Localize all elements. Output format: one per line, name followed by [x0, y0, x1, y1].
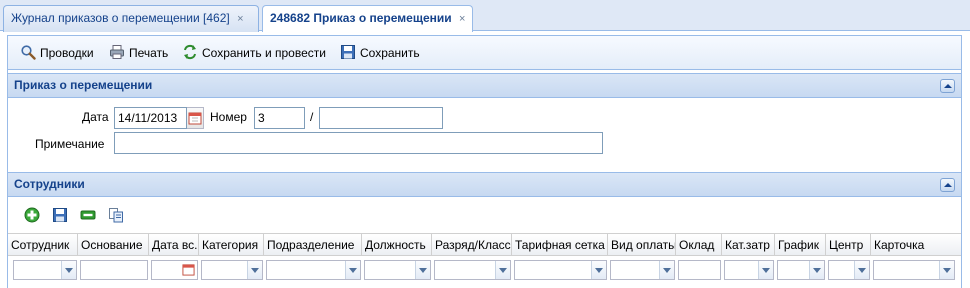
- salary-field[interactable]: [678, 260, 721, 280]
- tab-movement-order[interactable]: 248682 Приказ о перемещении ×: [262, 5, 473, 32]
- collapse-icon[interactable]: [940, 178, 955, 192]
- column-category[interactable]: Категория: [199, 234, 264, 256]
- chevron-down-icon[interactable]: [61, 261, 76, 279]
- table-row: [8, 257, 961, 283]
- chevron-down-icon[interactable]: [659, 261, 674, 279]
- department-combo[interactable]: [266, 260, 361, 280]
- tab-label: Журнал приказов о перемещении [462]: [11, 11, 230, 25]
- column-pay-type[interactable]: Вид оплаты: [608, 234, 676, 256]
- print-button[interactable]: Печать: [109, 42, 168, 64]
- tab-strip: Журнал приказов о перемещении [462] × 24…: [0, 0, 970, 32]
- document-panel: Проводки Печать Сохранить и провести Сох…: [7, 35, 962, 288]
- save-and-post-button[interactable]: Сохранить и провести: [182, 42, 326, 64]
- effective-date-field[interactable]: [151, 260, 198, 280]
- calendar-icon[interactable]: [182, 263, 195, 276]
- tab-movement-orders-journal[interactable]: Журнал приказов о перемещении [462] ×: [3, 5, 259, 32]
- close-icon[interactable]: ×: [459, 13, 465, 25]
- tariff-scale-combo[interactable]: [514, 260, 607, 280]
- order-panel-title: Приказ о перемещении: [14, 78, 153, 92]
- cost-category-combo[interactable]: [724, 260, 774, 280]
- magnifier-icon: [21, 45, 36, 60]
- minus-icon[interactable]: [80, 207, 96, 223]
- basis-field[interactable]: [80, 260, 148, 280]
- chevron-down-icon[interactable]: [345, 261, 360, 279]
- employee-combo[interactable]: [13, 260, 77, 280]
- column-cost-category[interactable]: Кат.затр: [722, 234, 775, 256]
- column-center[interactable]: Центр: [826, 234, 871, 256]
- schedule-combo[interactable]: [777, 260, 825, 280]
- date-label: Дата: [82, 110, 109, 124]
- close-icon[interactable]: ×: [237, 13, 243, 25]
- number-suffix-input[interactable]: [319, 107, 443, 129]
- floppy-disk-icon[interactable]: [52, 207, 68, 223]
- date-input[interactable]: 14/11/2013: [114, 107, 187, 129]
- chevron-down-icon[interactable]: [809, 261, 824, 279]
- column-basis[interactable]: Основание: [78, 234, 149, 256]
- card-combo[interactable]: [873, 260, 955, 280]
- chevron-down-icon[interactable]: [939, 261, 954, 279]
- save-and-post-label: Сохранить и провести: [202, 46, 326, 60]
- column-department[interactable]: Подразделение: [264, 234, 362, 256]
- employees-panel-header: Сотрудники: [8, 172, 961, 197]
- postings-label: Проводки: [40, 46, 94, 60]
- note-label: Примечание: [35, 137, 105, 151]
- category-combo[interactable]: [201, 260, 263, 280]
- note-input[interactable]: [114, 132, 603, 154]
- floppy-disk-icon: [341, 45, 355, 59]
- chevron-down-icon[interactable]: [591, 261, 606, 279]
- chevron-down-icon[interactable]: [854, 261, 869, 279]
- chevron-down-icon[interactable]: [495, 261, 510, 279]
- calendar-icon: [188, 112, 202, 125]
- number-separator: /: [310, 110, 314, 124]
- number-label: Номер: [210, 110, 247, 124]
- column-salary[interactable]: Оклад: [676, 234, 722, 256]
- employees-panel-title: Сотрудники: [14, 177, 85, 191]
- position-combo[interactable]: [364, 260, 431, 280]
- refresh-icon: [184, 44, 196, 60]
- printer-icon: [110, 45, 124, 59]
- grade-combo[interactable]: [434, 260, 511, 280]
- center-combo[interactable]: [828, 260, 870, 280]
- column-schedule[interactable]: График: [775, 234, 826, 256]
- tab-label: 248682 Приказ о перемещении: [270, 11, 452, 25]
- toolbar: Проводки Печать Сохранить и провести Сох…: [8, 36, 961, 70]
- save-button[interactable]: Сохранить: [340, 42, 420, 64]
- order-panel-header: Приказ о перемещении: [8, 73, 961, 98]
- column-employee[interactable]: Сотрудник: [8, 234, 78, 256]
- chevron-down-icon[interactable]: [247, 261, 262, 279]
- chevron-down-icon[interactable]: [758, 261, 773, 279]
- save-label: Сохранить: [360, 46, 420, 60]
- date-picker-button[interactable]: [187, 107, 204, 129]
- pay-type-combo[interactable]: [610, 260, 675, 280]
- number-input[interactable]: 3: [254, 107, 305, 129]
- print-label: Печать: [129, 46, 169, 60]
- column-card[interactable]: Карточка: [871, 234, 961, 256]
- grid-header: Сотрудник Основание Дата вс. Категория П…: [8, 233, 961, 256]
- column-effective-date[interactable]: Дата вс.: [149, 234, 199, 256]
- column-position[interactable]: Должность: [362, 234, 432, 256]
- chevron-down-icon[interactable]: [415, 261, 430, 279]
- postings-button[interactable]: Проводки: [20, 42, 94, 64]
- column-grade[interactable]: Разряд/Класс: [432, 234, 512, 256]
- column-tariff-scale[interactable]: Тарифная сетка: [512, 234, 608, 256]
- copy-icon[interactable]: [108, 207, 124, 223]
- plus-icon[interactable]: [24, 207, 40, 223]
- collapse-icon[interactable]: [940, 79, 955, 93]
